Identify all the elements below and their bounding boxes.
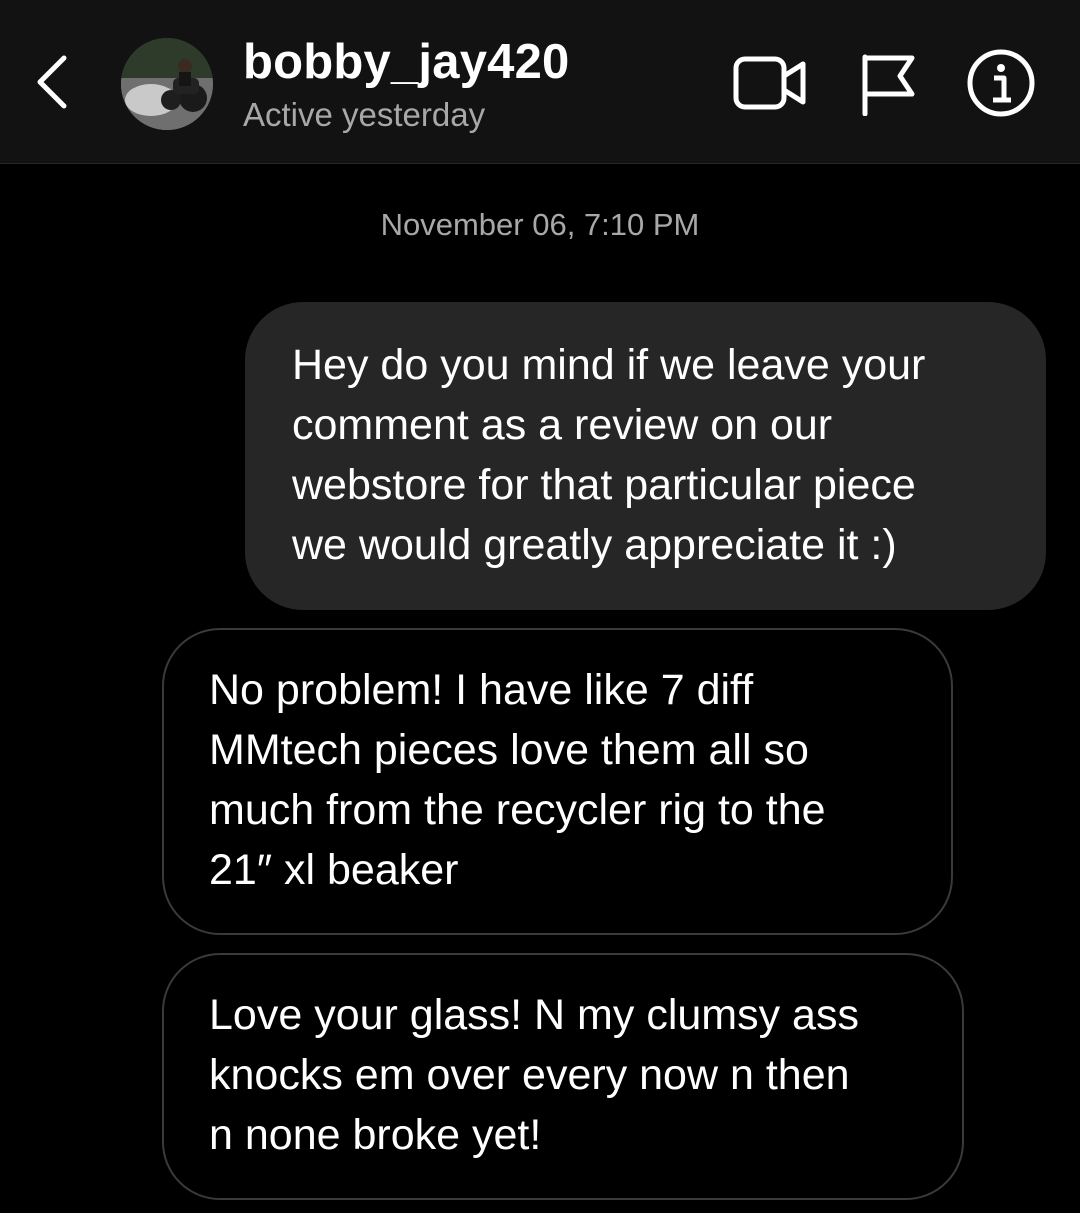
- chat-header: bobby_jay420 Active yesterday: [0, 0, 1080, 164]
- back-button[interactable]: [28, 50, 78, 114]
- received-message-bubble[interactable]: Love your glass! N my clumsy ass knocks …: [162, 953, 964, 1200]
- avatar-photo: [121, 38, 213, 130]
- flag-icon: [862, 54, 915, 117]
- avatar[interactable]: [121, 38, 213, 130]
- report-button[interactable]: [860, 52, 916, 117]
- received-message-bubble[interactable]: No problem! I have like 7 diff MMtech pi…: [162, 628, 953, 935]
- chevron-left-icon: [37, 55, 67, 109]
- info-icon: [967, 49, 1035, 117]
- message-timestamp: November 06, 7:10 PM: [380, 207, 700, 242]
- sent-message-bubble[interactable]: Hey do you mind if we leave your comment…: [245, 302, 1046, 610]
- activity-status: Active yesterday: [243, 96, 486, 133]
- chat-username[interactable]: bobby_jay420: [243, 34, 570, 90]
- info-button[interactable]: [966, 48, 1036, 118]
- video-camera-icon: [733, 56, 806, 110]
- video-call-button[interactable]: [733, 55, 807, 111]
